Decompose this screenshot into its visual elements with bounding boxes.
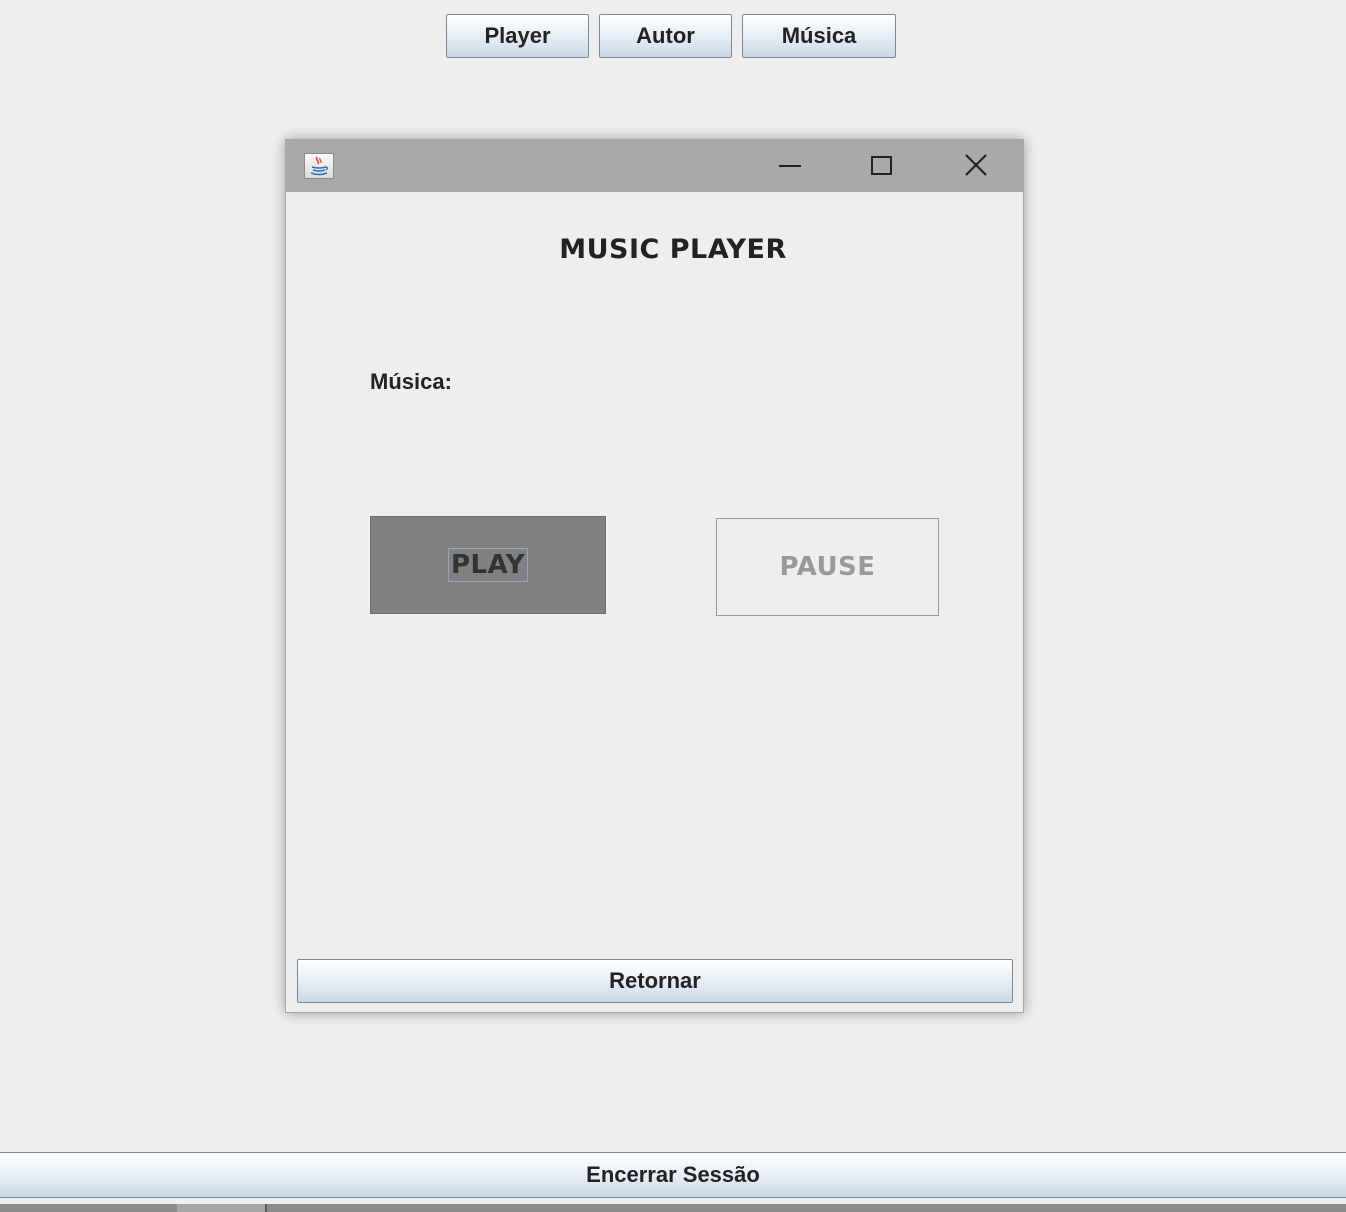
java-coffee-icon-graphic — [310, 156, 329, 176]
play-button-label: PLAY — [447, 548, 529, 582]
autor-tab-button[interactable]: Autor — [599, 14, 732, 58]
player-tab-button[interactable]: Player — [446, 14, 589, 58]
pause-button[interactable]: PAUSE — [716, 518, 939, 616]
maximize-icon-graphic — [871, 156, 892, 175]
java-coffee-icon — [304, 153, 334, 179]
return-button[interactable]: Retornar — [297, 959, 1013, 1003]
bottom-scrollbar-divider — [265, 1204, 267, 1212]
window-titlebar[interactable] — [286, 140, 1023, 192]
minimize-icon[interactable] — [764, 146, 816, 186]
minimize-icon-graphic — [779, 165, 801, 167]
page-title: MUSIC PLAYER — [559, 234, 787, 265]
maximize-icon[interactable] — [856, 146, 908, 186]
play-button[interactable]: PLAY — [370, 516, 606, 614]
close-icon-graphic — [965, 154, 987, 176]
bottom-scrollbar-thumb[interactable] — [177, 1204, 265, 1212]
close-icon[interactable] — [950, 146, 1002, 186]
song-label: Música: — [370, 369, 452, 394]
musica-tab-button[interactable]: Música — [742, 14, 896, 58]
logout-button[interactable]: Encerrar Sessão — [0, 1152, 1346, 1198]
